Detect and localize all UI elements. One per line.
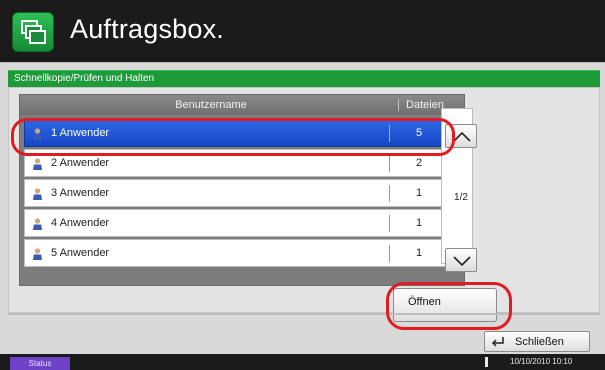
close-button-label: Schließen [515, 336, 564, 348]
user-icon [33, 248, 42, 260]
status-button[interactable]: Status [10, 357, 70, 370]
table-row[interactable]: 4 Anwender 1 [24, 209, 446, 237]
table-row[interactable]: 3 Anwender 1 [24, 179, 446, 207]
cell-divider [389, 155, 390, 172]
status-indicator [485, 357, 488, 367]
chevron-up-icon [453, 131, 471, 142]
row-file-count: 1 [415, 247, 423, 259]
row-username: 5 Anwender [51, 247, 110, 259]
title-bar: Auftragsbox. [0, 0, 605, 62]
row-file-count: 1 [415, 187, 423, 199]
scroll-down-button[interactable] [445, 248, 477, 272]
row-username: 2 Anwender [51, 157, 110, 169]
user-icon [33, 218, 42, 230]
section-header: Schnellkopie/Prüfen und Halten [8, 70, 600, 87]
user-icon [33, 158, 42, 170]
content-area: Benutzername Dateien 1 Anwender 5 2 Anwe… [8, 87, 600, 322]
row-username: 4 Anwender [51, 217, 110, 229]
table-row[interactable]: 5 Anwender 1 [24, 239, 446, 267]
cell-divider [389, 245, 390, 262]
date-time: 10/10/2010 10:10 [510, 357, 573, 366]
row-username: 1 Anwender [51, 127, 110, 139]
open-button[interactable]: Öffnen [393, 288, 497, 322]
table-row[interactable]: 1 Anwender 5 [24, 119, 446, 147]
scroll-up-button[interactable] [445, 124, 477, 148]
row-file-count: 2 [415, 157, 423, 169]
row-file-count: 1 [415, 217, 423, 229]
screen: Auftragsbox. Schnellkopie/Prüfen und Hal… [0, 0, 605, 370]
chevron-down-icon [453, 256, 471, 267]
window-title: Auftragsbox. [70, 14, 224, 44]
status-bar: Status 10/10/2010 10:10 [0, 354, 605, 370]
section-title: Schnellkopie/Prüfen und Halten [14, 73, 155, 84]
table-row[interactable]: 2 Anwender 2 [24, 149, 446, 177]
cell-divider [389, 125, 390, 142]
list-header: Benutzername Dateien [20, 95, 464, 115]
row-username: 3 Anwender [51, 187, 110, 199]
divider [8, 313, 600, 315]
cell-divider [389, 185, 390, 202]
close-button[interactable]: Schließen [484, 331, 590, 352]
enter-icon [491, 337, 504, 347]
user-icon [33, 128, 42, 140]
open-button-label: Öffnen [408, 296, 441, 308]
row-file-count: 5 [415, 127, 423, 139]
job-box-icon [12, 12, 54, 52]
cell-divider [389, 215, 390, 232]
page-indicator: 1/2 [454, 192, 468, 203]
column-header-username[interactable]: Benutzername [20, 99, 402, 111]
user-list: Benutzername Dateien 1 Anwender 5 2 Anwe… [19, 94, 465, 286]
main-panel: Schnellkopie/Prüfen und Halten Benutzern… [0, 62, 605, 354]
user-icon [33, 188, 42, 200]
